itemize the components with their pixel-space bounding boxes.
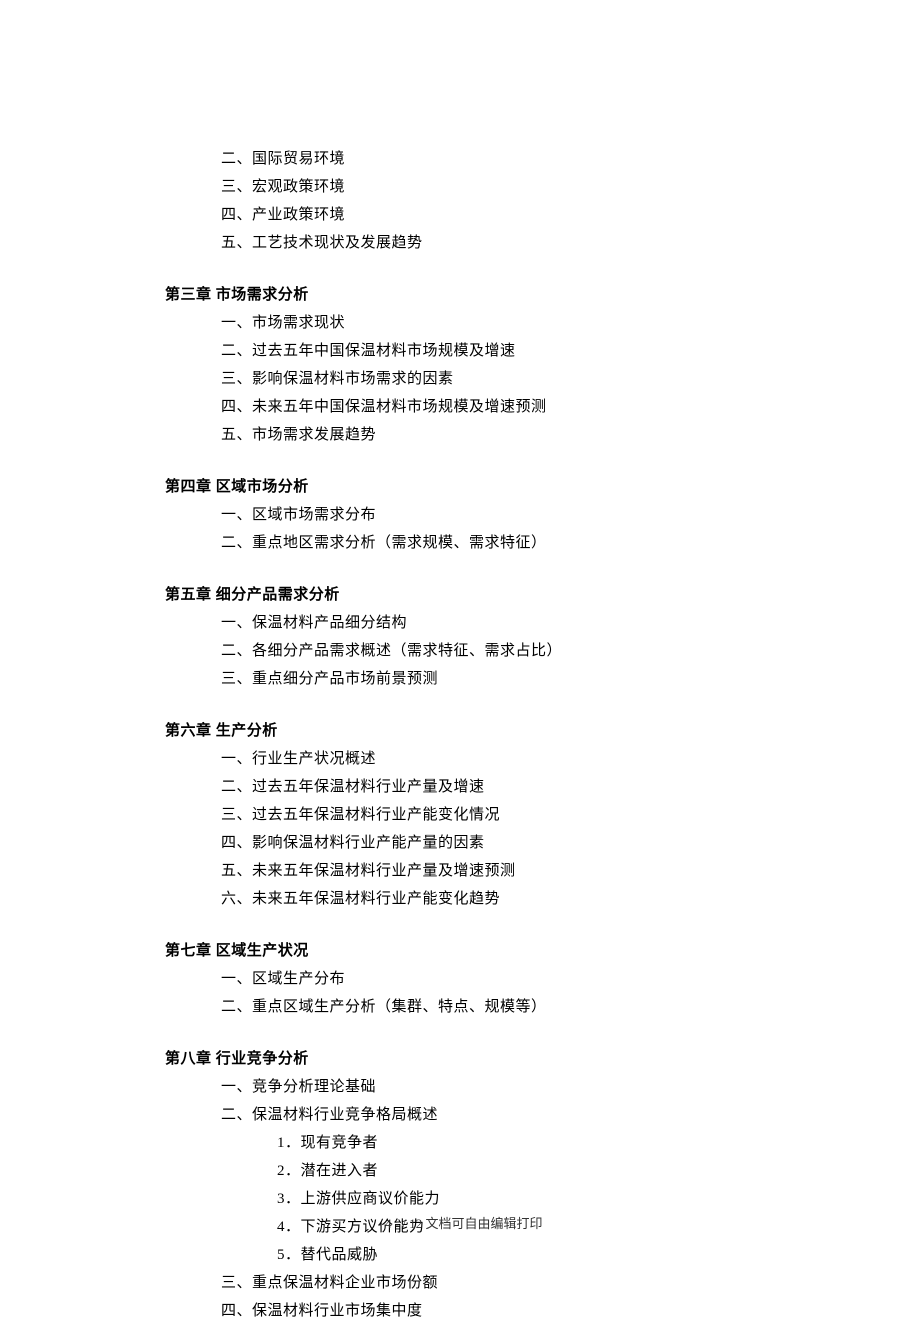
toc-item: 一、区域生产分布: [221, 965, 755, 993]
chapter-heading: 第五章 细分产品需求分析: [165, 581, 755, 609]
toc-item: 二、过去五年中国保温材料市场规模及增速: [221, 337, 755, 365]
chapter-heading: 第七章 区域生产状况: [165, 937, 755, 965]
toc-item: 四、影响保温材料行业产能产量的因素: [221, 829, 755, 857]
toc-item: 五、市场需求发展趋势: [221, 421, 755, 449]
toc-item: 四、未来五年中国保温材料市场规模及增速预测: [221, 393, 755, 421]
toc-item: 四、保温材料行业市场集中度: [221, 1297, 755, 1325]
toc-item: 五、未来五年保温材料行业产量及增速预测: [221, 857, 755, 885]
chapter-item-list: 一、保温材料产品细分结构 二、各细分产品需求概述（需求特征、需求占比） 三、重点…: [221, 609, 755, 693]
toc-item: 二、重点区域生产分析（集群、特点、规模等）: [221, 993, 755, 1021]
toc-sub-item: 1．现有竞争者: [277, 1129, 755, 1157]
toc-item: 五、工艺技术现状及发展趋势: [221, 229, 755, 257]
toc-sub-item: 3．上游供应商议价能力: [277, 1185, 755, 1213]
toc-item: 一、保温材料产品细分结构: [221, 609, 755, 637]
toc-item: 一、竞争分析理论基础: [221, 1073, 755, 1101]
chapter-heading: 第六章 生产分析: [165, 717, 755, 745]
toc-item: 四、产业政策环境: [221, 201, 755, 229]
toc-item: 六、未来五年保温材料行业产能变化趋势: [221, 885, 755, 913]
toc-item: 三、重点细分产品市场前景预测: [221, 665, 755, 693]
chapter-item-list: 一、竞争分析理论基础 二、保温材料行业竞争格局概述 1．现有竞争者 2．潜在进入…: [221, 1073, 755, 1325]
chapter-heading: 第四章 区域市场分析: [165, 473, 755, 501]
sub-item-list: 1．现有竞争者 2．潜在进入者 3．上游供应商议价能力 4．下游买方议价能力 5…: [277, 1129, 755, 1269]
toc-item: 二、国际贸易环境: [221, 145, 755, 173]
toc-item: 三、过去五年保温材料行业产能变化情况: [221, 801, 755, 829]
intro-item-list: 二、国际贸易环境 三、宏观政策环境 四、产业政策环境 五、工艺技术现状及发展趋势: [221, 145, 755, 257]
document-content: 二、国际贸易环境 三、宏观政策环境 四、产业政策环境 五、工艺技术现状及发展趋势…: [0, 0, 920, 1325]
toc-item: 二、各细分产品需求概述（需求特征、需求占比）: [221, 637, 755, 665]
toc-item: 二、保温材料行业竞争格局概述: [221, 1101, 755, 1129]
chapter-heading: 第八章 行业竞争分析: [165, 1045, 755, 1073]
page-footer: - 4 - / 12 文档可自由编辑打印: [0, 1213, 920, 1232]
toc-item: 三、重点保温材料企业市场份额: [221, 1269, 755, 1297]
chapter-heading: 第三章 市场需求分析: [165, 281, 755, 309]
chapter-item-list: 一、区域市场需求分布 二、重点地区需求分析（需求规模、需求特征）: [221, 501, 755, 557]
toc-item: 一、行业生产状况概述: [221, 745, 755, 773]
toc-sub-item: 2．潜在进入者: [277, 1157, 755, 1185]
toc-sub-item: 5．替代品威胁: [277, 1241, 755, 1269]
chapter-item-list: 一、区域生产分布 二、重点区域生产分析（集群、特点、规模等）: [221, 965, 755, 1021]
chapter-item-list: 一、市场需求现状 二、过去五年中国保温材料市场规模及增速 三、影响保温材料市场需…: [221, 309, 755, 449]
toc-item: 三、宏观政策环境: [221, 173, 755, 201]
toc-item: 二、重点地区需求分析（需求规模、需求特征）: [221, 529, 755, 557]
toc-item: 二、过去五年保温材料行业产量及增速: [221, 773, 755, 801]
toc-item: 一、区域市场需求分布: [221, 501, 755, 529]
toc-item: 一、市场需求现状: [221, 309, 755, 337]
toc-item: 三、影响保温材料市场需求的因素: [221, 365, 755, 393]
chapter-item-list: 一、行业生产状况概述 二、过去五年保温材料行业产量及增速 三、过去五年保温材料行…: [221, 745, 755, 913]
